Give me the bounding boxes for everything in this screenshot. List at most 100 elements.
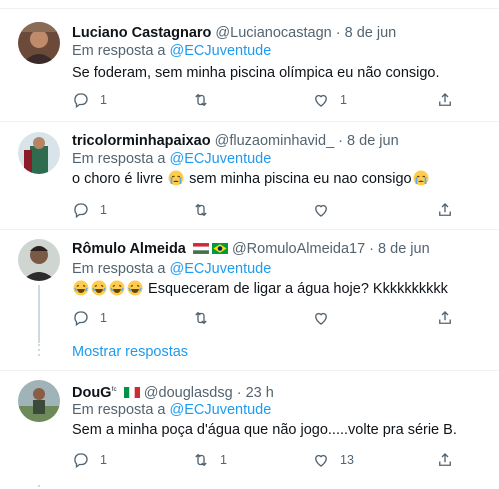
tweet-text: Sem a minha poça d'água que não jogo....… xyxy=(72,422,457,438)
timestamp[interactable]: 8 de jun xyxy=(347,133,399,149)
avatar[interactable] xyxy=(18,22,60,64)
share-button[interactable] xyxy=(436,450,454,470)
like-button[interactable] xyxy=(312,308,340,328)
avatar[interactable] xyxy=(18,380,60,422)
avatar[interactable] xyxy=(18,239,60,281)
timestamp[interactable]: 8 de jun xyxy=(345,25,397,41)
laughing-emoji xyxy=(91,280,107,296)
like-count: 13 xyxy=(340,453,354,467)
reply-icon xyxy=(74,93,88,109)
author-handle[interactable]: @RomuloAlmeida17 xyxy=(232,241,365,257)
tweet[interactable]: DouGᶠᶜ @douglasdsg · 23 h Em resposta a … xyxy=(0,371,499,489)
retweet-button[interactable]: 1 xyxy=(192,450,227,470)
author-handle[interactable]: @douglasdsg xyxy=(144,385,233,401)
show-replies-link[interactable]: Mostrar respostas xyxy=(72,344,188,360)
retweet-button[interactable] xyxy=(192,200,220,220)
like-icon xyxy=(315,454,327,467)
retweet-icon xyxy=(195,93,207,107)
retweet-count: 1 xyxy=(220,453,227,467)
like-icon xyxy=(315,312,327,325)
reply-prefix: Em resposta a xyxy=(72,261,166,277)
tweet[interactable]: tricolorminhapaixao @fluzaominhavid_ · 8… xyxy=(0,122,499,229)
retweet-button[interactable] xyxy=(192,90,220,110)
reply-button[interactable]: 1 xyxy=(72,308,107,328)
author-name-suffix: ᶠᶜ xyxy=(111,385,117,395)
reply-mention[interactable]: @ECJuventude xyxy=(170,261,272,277)
separator: · xyxy=(369,241,375,257)
separator: · xyxy=(338,133,344,149)
italy-flag xyxy=(123,387,140,398)
thread-line xyxy=(38,285,40,343)
reply-button[interactable]: 1 xyxy=(72,450,107,470)
author-name[interactable]: Rômulo Almeida xyxy=(72,241,186,257)
reply-icon xyxy=(74,453,88,469)
tweet-text: o choro é livre sem minha piscina eu nao… xyxy=(72,170,430,189)
reply-count: 1 xyxy=(100,311,107,325)
crying-emoji xyxy=(413,170,429,186)
tweet-text: Se foderam, sem minha piscina olímpica e… xyxy=(72,65,440,81)
author-name[interactable]: DouG xyxy=(72,385,111,401)
retweet-button[interactable] xyxy=(192,308,220,328)
separator: · xyxy=(236,385,242,401)
like-button[interactable]: 1 xyxy=(312,90,347,110)
laughing-emoji xyxy=(109,280,125,296)
like-count: 1 xyxy=(340,93,347,107)
share-button[interactable] xyxy=(436,308,454,328)
laughing-emoji xyxy=(127,280,143,296)
retweet-icon xyxy=(195,311,207,325)
tweet-actions: 1 1 13 xyxy=(72,450,462,470)
like-icon xyxy=(315,94,327,107)
tweet-header: tricolorminhapaixao @fluzaominhavid_ · 8… xyxy=(72,132,399,150)
reply-button[interactable]: 1 xyxy=(72,90,107,110)
author-handle[interactable]: @Lucianocastagn xyxy=(215,25,331,41)
share-button[interactable] xyxy=(436,90,454,110)
reply-icon xyxy=(74,203,88,219)
tweet-actions: 1 xyxy=(72,200,462,220)
reply-count: 1 xyxy=(100,203,107,217)
tweet-text: Esqueceram de ligar a água hoje? Kkkkkkk… xyxy=(72,280,448,299)
reply-prefix: Em resposta a xyxy=(72,43,166,59)
tweet[interactable]: Rômulo Almeida @RomuloAlmeida17 · 8 de j… xyxy=(0,230,499,370)
avatar[interactable] xyxy=(18,132,60,174)
tweet-text-part: Esqueceram de ligar a água hoje? Kkkkkkk… xyxy=(148,281,448,297)
reply-mention[interactable]: @ECJuventude xyxy=(170,43,272,59)
brazil-flag xyxy=(211,243,228,254)
share-icon xyxy=(439,453,451,466)
author-name[interactable]: tricolorminhapaixao xyxy=(72,133,211,149)
tweet[interactable]: Luciano Castagnaro @Lucianocastagn · 8 d… xyxy=(0,8,499,121)
author-handle[interactable]: @fluzaominhavid_ xyxy=(215,133,335,149)
timestamp[interactable]: 8 de jun xyxy=(378,241,430,257)
reply-prefix: Em resposta a xyxy=(72,151,166,167)
crying-emoji xyxy=(168,170,184,186)
reply-mention[interactable]: @ECJuventude xyxy=(170,402,272,418)
reply-context: Em resposta a @ECJuventude xyxy=(72,401,271,419)
reply-context: Em resposta a @ECJuventude xyxy=(72,42,271,60)
reply-count: 1 xyxy=(100,93,107,107)
reply-context: Em resposta a @ECJuventude xyxy=(72,260,271,278)
retweet-icon xyxy=(195,203,207,217)
hungary-flag xyxy=(192,243,209,254)
reply-count: 1 xyxy=(100,453,107,467)
thread-dots xyxy=(38,485,40,489)
like-button[interactable]: 13 xyxy=(312,450,354,470)
like-icon xyxy=(315,204,327,217)
like-button[interactable] xyxy=(312,200,340,220)
tweet-actions: 1 xyxy=(72,308,462,328)
laughing-emoji xyxy=(73,280,89,296)
reply-mention[interactable]: @ECJuventude xyxy=(170,151,272,167)
author-name[interactable]: Luciano Castagnaro xyxy=(72,25,211,41)
timestamp[interactable]: 23 h xyxy=(246,385,274,401)
retweet-icon xyxy=(195,453,207,467)
tweet-text-part: o choro é livre xyxy=(72,171,164,187)
thread-dots xyxy=(38,344,40,359)
reply-context: Em resposta a @ECJuventude xyxy=(72,150,271,168)
reply-button[interactable]: 1 xyxy=(72,200,107,220)
tweet-actions: 1 1 xyxy=(72,90,462,110)
tweet-header: Luciano Castagnaro @Lucianocastagn · 8 d… xyxy=(72,24,396,42)
reply-prefix: Em resposta a xyxy=(72,402,166,418)
reply-icon xyxy=(74,311,88,327)
separator: · xyxy=(335,25,341,41)
share-icon xyxy=(439,93,451,106)
share-button[interactable] xyxy=(436,200,454,220)
tweet-header: DouGᶠᶜ @douglasdsg · 23 h xyxy=(72,381,274,402)
